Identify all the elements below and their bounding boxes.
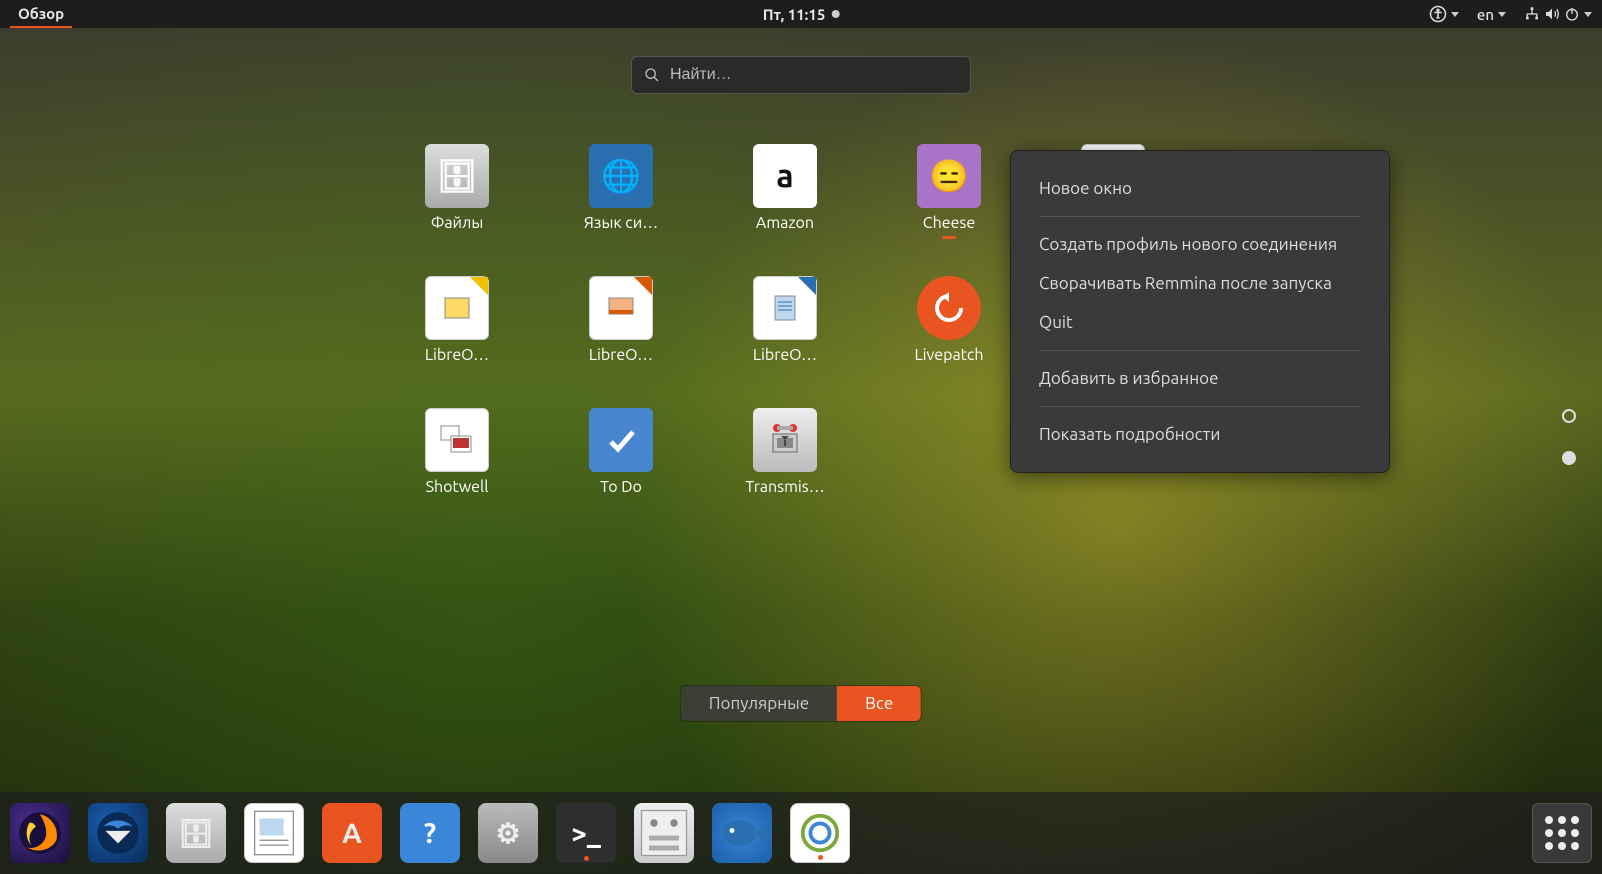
app-label: Язык си…	[584, 214, 658, 232]
keyboard-layout-menu[interactable]: en	[1477, 6, 1506, 23]
app-label: Файлы	[431, 214, 484, 232]
context-item-new-profile[interactable]: Создать профиль нового соединения	[1011, 225, 1389, 264]
notification-dot-icon	[831, 10, 839, 18]
app-transmission[interactable]: Transmis…	[719, 404, 851, 536]
running-indicator	[818, 855, 823, 860]
system-menu[interactable]	[1524, 6, 1592, 22]
workspace-2[interactable]	[1562, 451, 1576, 465]
activities-button[interactable]: Обзор	[10, 0, 72, 28]
app-lang[interactable]: 🌐Язык си…	[555, 140, 687, 272]
dock-thunderbird[interactable]	[88, 803, 148, 863]
clock[interactable]: Пт, 11:15	[763, 6, 840, 23]
dock-terminal[interactable]: >_	[556, 803, 616, 863]
app-lo-impress[interactable]: LibreO…	[555, 272, 687, 404]
app-label: Cheese	[923, 214, 975, 232]
context-item-details[interactable]: Показать подробности	[1011, 415, 1389, 454]
app-amazon[interactable]: aAmazon	[719, 140, 851, 272]
app-label: LibreO…	[753, 346, 817, 364]
tab-all[interactable]: Все	[837, 686, 921, 721]
top-bar: Обзор Пт, 11:15 en	[0, 0, 1602, 28]
context-menu: Новое окно Создать профиль нового соедин…	[1010, 150, 1390, 473]
search-input[interactable]	[670, 66, 958, 84]
app-label: Shotwell	[426, 478, 489, 496]
dock-firefox[interactable]	[10, 803, 70, 863]
volume-icon	[1544, 6, 1560, 22]
accessibility-icon	[1429, 5, 1447, 23]
view-toggle: Популярные Все	[680, 685, 922, 722]
app-label: To Do	[600, 478, 642, 496]
workspace-switcher	[1562, 409, 1576, 465]
dock-bluefish[interactable]	[712, 803, 772, 863]
tab-frequent[interactable]: Популярные	[681, 686, 837, 721]
app-cheese[interactable]: 😑Cheese	[883, 140, 1015, 272]
dock-dconf[interactable]	[634, 803, 694, 863]
app-label: Amazon	[756, 214, 814, 232]
app-label: Livepatch	[914, 346, 983, 364]
app-shotwell[interactable]: Shotwell	[391, 404, 523, 536]
context-item-new-window[interactable]: Новое окно	[1011, 169, 1389, 208]
chevron-down-icon	[1498, 12, 1506, 17]
show-applications-button[interactable]	[1532, 803, 1592, 863]
grid-icon	[1545, 816, 1579, 850]
context-item-minimize-after[interactable]: Сворачивать Remmina после запуска	[1011, 264, 1389, 303]
clock-label: Пт, 11:15	[763, 6, 826, 23]
workspace-1[interactable]	[1562, 409, 1576, 423]
dock-files[interactable]: 🗄	[166, 803, 226, 863]
app-files[interactable]: 🗄Файлы	[391, 140, 523, 272]
context-item-favorite[interactable]: Добавить в избранное	[1011, 359, 1389, 398]
search-bar[interactable]	[631, 56, 971, 94]
dock-cisco-anyconnect[interactable]	[790, 803, 850, 863]
search-icon	[644, 67, 660, 83]
divider	[1039, 406, 1361, 407]
chevron-down-icon	[1584, 12, 1592, 17]
power-icon	[1564, 6, 1580, 22]
app-todo[interactable]: To Do	[555, 404, 687, 536]
accessibility-menu[interactable]	[1429, 5, 1459, 23]
running-indicator	[942, 236, 956, 239]
divider	[1039, 216, 1361, 217]
dock: 🗄 A? ⚙ >_	[0, 792, 1602, 874]
app-label: Transmis…	[745, 478, 824, 496]
keyboard-layout-label: en	[1477, 6, 1494, 23]
app-label: LibreO…	[589, 346, 653, 364]
chevron-down-icon	[1451, 12, 1459, 17]
app-label: LibreO…	[425, 346, 489, 364]
divider	[1039, 350, 1361, 351]
context-item-quit[interactable]: Quit	[1011, 303, 1389, 342]
dock-settings[interactable]: ⚙	[478, 803, 538, 863]
running-indicator	[584, 856, 589, 861]
network-icon	[1524, 6, 1540, 22]
dock-libreoffice-writer[interactable]	[244, 803, 304, 863]
dock-software[interactable]: A	[322, 803, 382, 863]
dock-help[interactable]: ?	[400, 803, 460, 863]
app-lo-writer[interactable]: LibreO…	[719, 272, 851, 404]
app-lo-draw[interactable]: LibreO…	[391, 272, 523, 404]
app-livepatch[interactable]: Livepatch	[883, 272, 1015, 404]
